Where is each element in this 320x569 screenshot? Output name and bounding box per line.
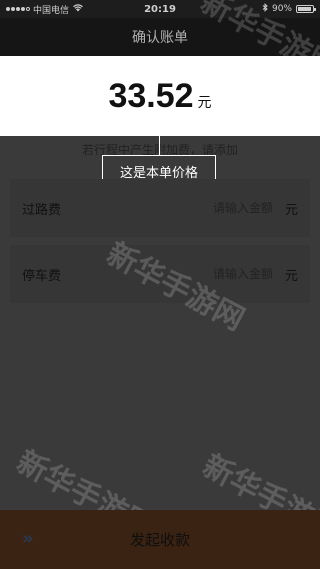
- bluetooth-icon: [262, 3, 268, 15]
- fee-label: 停车费: [22, 268, 62, 284]
- fee-row-toll: 过路费 元: [10, 179, 310, 237]
- amount-card: 33.52 元: [0, 56, 320, 136]
- battery-percent: 90%: [271, 4, 292, 14]
- fee-row-parking: 停车费 元: [10, 245, 310, 303]
- start-collection-button[interactable]: » 发起收款: [0, 510, 320, 569]
- battery-icon: [296, 5, 316, 13]
- fee-unit: 元: [284, 268, 298, 284]
- page-title: 确认账单: [132, 30, 188, 46]
- battery-fill: [298, 7, 311, 11]
- toll-amount-input[interactable]: [102, 201, 273, 215]
- carrier-name: 中国电信: [33, 5, 70, 16]
- amount-value: 33.52: [108, 76, 194, 115]
- tooltip-connector-line: [159, 128, 160, 158]
- double-chevron-right-icon: »: [22, 528, 34, 549]
- nav-bar: 确认账单: [0, 18, 320, 56]
- fee-label: 过路费: [22, 202, 62, 218]
- status-right: 90%: [204, 3, 316, 15]
- parking-amount-input[interactable]: [102, 267, 273, 281]
- status-left: 中国电信: [6, 3, 116, 16]
- amount-unit: 元: [197, 95, 212, 111]
- wifi-icon: [72, 3, 84, 15]
- status-bar: 中国电信 20:19 90%: [0, 0, 320, 18]
- signal-icon: [6, 7, 30, 11]
- fee-unit: 元: [284, 202, 298, 218]
- status-time: 20:19: [144, 3, 176, 15]
- start-collection-label: 发起收款: [129, 531, 190, 549]
